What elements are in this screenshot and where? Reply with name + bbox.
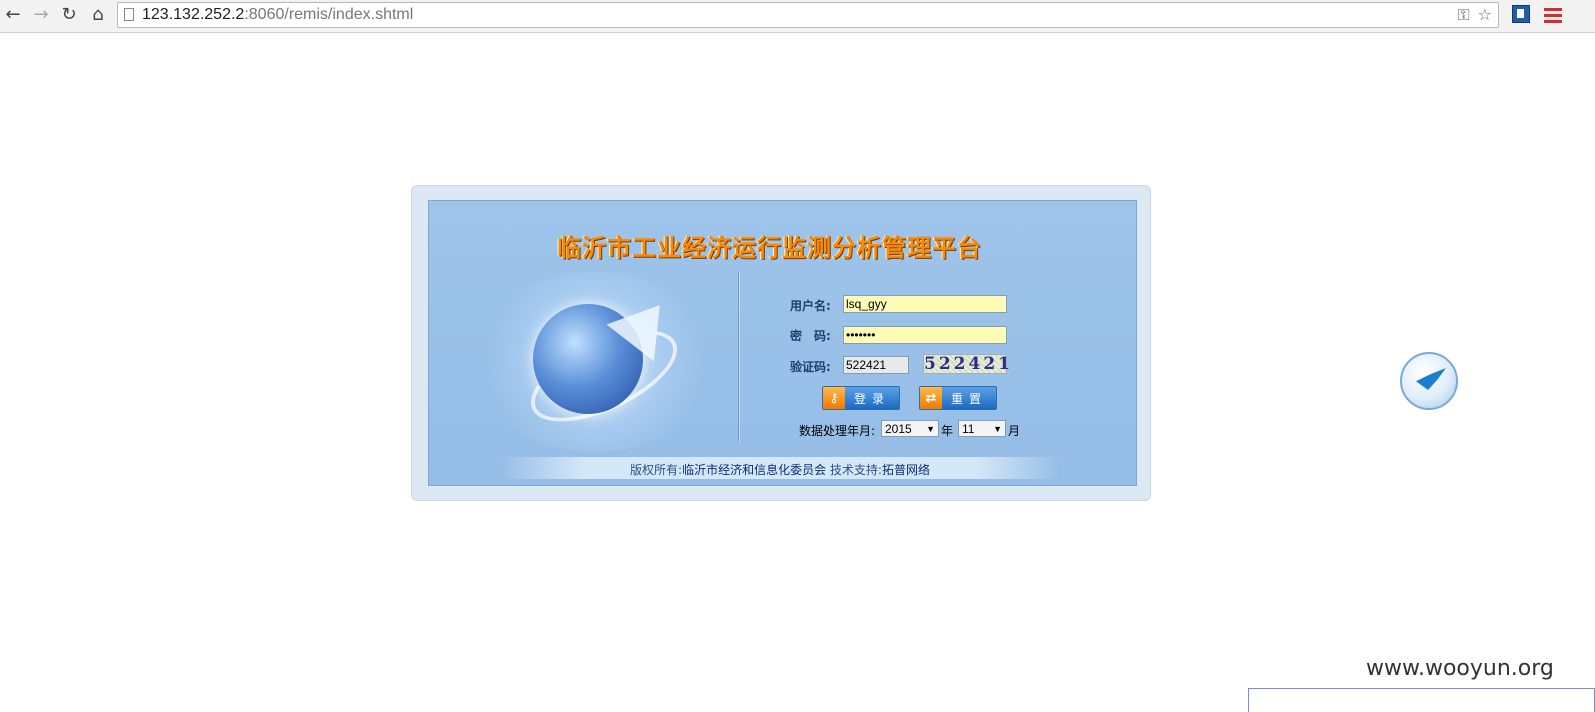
period-label: 数据处理年月: xyxy=(799,424,876,438)
month-select-value: 11 xyxy=(962,421,975,436)
captcha-label: 验证码: xyxy=(790,360,831,374)
captcha-input[interactable] xyxy=(843,356,909,374)
star-icon[interactable]: ☆ xyxy=(1478,5,1492,25)
month-suffix: 月 xyxy=(1008,424,1021,438)
username-label: 用户名: xyxy=(790,299,831,313)
reset-button-label: 重置 xyxy=(950,391,987,406)
forward-icon[interactable]: → xyxy=(30,4,52,26)
browser-toolbar: ← → ↻ ⌂ 123.132.252.2:8060/remis/index.s… xyxy=(0,0,1595,33)
extension-icon[interactable] xyxy=(1512,5,1530,23)
home-icon[interactable]: ⌂ xyxy=(87,4,109,26)
year-select[interactable]: 2015 ▼ xyxy=(881,420,939,437)
chevron-down-icon: ▼ xyxy=(926,423,935,434)
url-text[interactable]: 123.132.252.2:8060/remis/index.shtml xyxy=(142,6,413,24)
divider xyxy=(738,272,739,442)
page-icon xyxy=(124,8,134,21)
password-label: 密 码: xyxy=(790,329,831,343)
year-suffix: 年 xyxy=(941,424,954,438)
watermark: www.wooyun.org xyxy=(1366,656,1554,681)
footer: 版权所有:临沂市经济和信息化委员会 技术支持:拓普网络 xyxy=(500,461,1060,478)
globe-illustration xyxy=(455,262,725,452)
key-icon[interactable]: ⚿ xyxy=(1457,5,1469,25)
copyright-value: 临沂市经济和信息化委员会 xyxy=(682,463,827,477)
reload-icon[interactable]: ↻ xyxy=(58,4,80,26)
password-input[interactable] xyxy=(843,326,1007,344)
address-bar[interactable]: 123.132.252.2:8060/remis/index.shtml ⚿ ☆ xyxy=(117,2,1499,28)
login-button[interactable]: ⚷ 登录 xyxy=(822,386,900,410)
captcha-image[interactable]: 522421 xyxy=(923,354,1010,374)
reset-button[interactable]: ⇄ 重置 xyxy=(919,386,997,410)
url-host: 123.132.252.2 xyxy=(142,6,245,23)
year-select-value: 2015 xyxy=(885,421,912,436)
key-icon: ⚷ xyxy=(823,387,845,409)
month-select[interactable]: 11 ▼ xyxy=(958,420,1006,437)
copyright-label: 版权所有: xyxy=(630,463,683,477)
login-button-label: 登录 xyxy=(853,391,890,406)
url-path: :8060/remis/index.shtml xyxy=(244,6,414,23)
support-label: 技术支持: xyxy=(829,463,882,477)
popup-edge xyxy=(1248,688,1595,712)
page-title: 临沂市工业经济运行监测分析管理平台 xyxy=(557,234,982,262)
chevron-down-icon: ▼ xyxy=(993,423,1002,434)
menu-icon[interactable] xyxy=(1544,4,1562,26)
bird-float-icon[interactable] xyxy=(1400,352,1458,410)
swap-icon: ⇄ xyxy=(920,387,942,409)
support-value: 拓普网络 xyxy=(881,463,930,477)
username-input[interactable] xyxy=(843,295,1007,313)
back-icon[interactable]: ← xyxy=(2,4,24,26)
